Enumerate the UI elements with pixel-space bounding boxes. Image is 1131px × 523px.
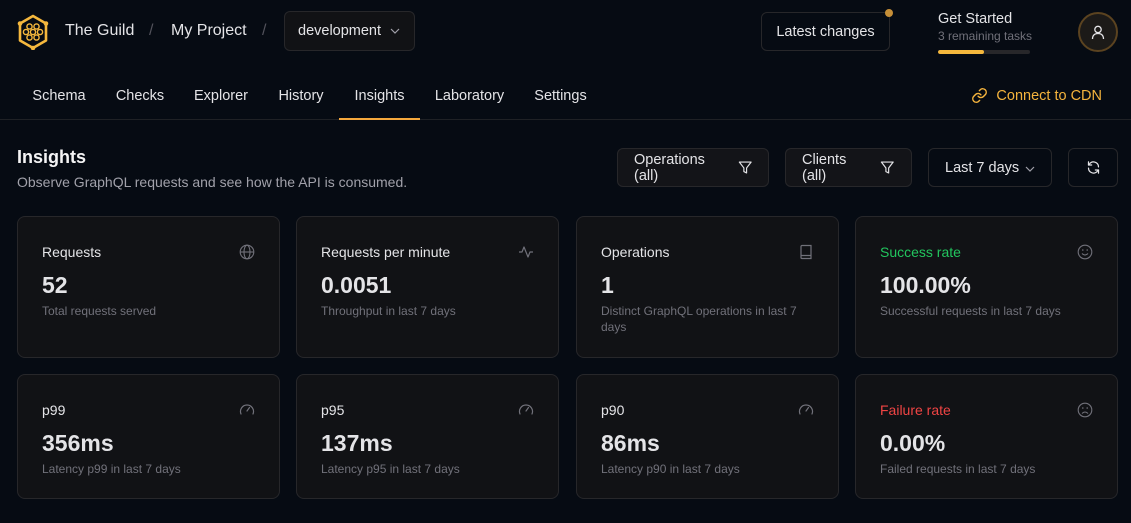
card-title: Requests per minute <box>321 244 451 260</box>
tab-label: Settings <box>534 87 587 104</box>
clients-filter-button[interactable]: Clients (all) <box>785 148 912 187</box>
card-value: 100.00% <box>880 272 971 298</box>
card-subtitle: Distinct GraphQL operations in last 7 da… <box>601 304 797 334</box>
period-select[interactable]: Last 7 days <box>928 148 1052 187</box>
connect-to-cdn-button[interactable]: Connect to CDN <box>971 87 1102 104</box>
globe-icon <box>239 244 255 260</box>
card-value: 0.00% <box>880 430 946 456</box>
breadcrumb-org[interactable]: The Guild <box>65 21 134 41</box>
card-title: p90 <box>601 402 625 418</box>
user-icon <box>1091 25 1105 39</box>
tab-explorer[interactable]: Explorer <box>179 72 263 119</box>
requests-card: Requests 52 Total requests served <box>17 216 280 358</box>
latest-changes-button[interactable]: Latest changes <box>761 9 893 51</box>
card-value: 86ms <box>601 430 660 456</box>
project-tabs: Schema Checks Explorer History Insights … <box>0 72 1131 120</box>
link-icon <box>972 88 988 103</box>
tab-settings[interactable]: Settings <box>519 72 602 119</box>
period-select-value: Last 7 days <box>945 159 1020 176</box>
card-value: 356ms <box>42 430 114 456</box>
notification-dot <box>885 9 893 17</box>
p90-card: p90 86ms Latency p90 in last 7 days <box>576 374 839 499</box>
card-title: p95 <box>321 402 345 418</box>
page-description: Observe GraphQL requests and see how the… <box>17 174 408 190</box>
operations-filter-label: Operations (all) <box>634 151 705 184</box>
latest-changes-label: Latest changes <box>776 23 875 40</box>
target-select[interactable]: development <box>284 11 415 51</box>
tab-label: Insights <box>354 87 405 104</box>
get-started-title: Get Started <box>938 11 1013 27</box>
p99-card: p99 356ms Latency p99 in last 7 days <box>17 374 280 499</box>
card-subtitle: Successful requests in last 7 days <box>880 304 1061 318</box>
requests-per-minute-card: Requests per minute 0.0051 Throughput in… <box>296 216 559 358</box>
breadcrumb-separator: / <box>262 22 267 39</box>
card-title: Operations <box>601 244 670 260</box>
card-value: 1 <box>601 272 614 298</box>
operations-card: Operations 1 Distinct GraphQL operations… <box>576 216 839 358</box>
card-value: 137ms <box>321 430 393 456</box>
tab-laboratory[interactable]: Laboratory <box>420 72 519 119</box>
tab-insights[interactable]: Insights <box>339 72 420 120</box>
card-subtitle: Total requests served <box>42 304 157 318</box>
breadcrumb-project[interactable]: My Project <box>171 21 247 41</box>
success-rate-card: Success rate 100.00% Successful requests… <box>855 216 1118 358</box>
tab-label: Checks <box>115 87 165 104</box>
card-title: Requests <box>42 244 102 260</box>
connect-to-cdn-label: Connect to CDN <box>996 87 1102 104</box>
card-subtitle: Latency p99 in last 7 days <box>42 462 181 476</box>
card-value: 0.0051 <box>321 272 392 298</box>
page-title: Insights <box>17 147 87 167</box>
tab-label: Laboratory <box>434 87 505 104</box>
card-subtitle: Throughput in last 7 days <box>321 304 456 318</box>
get-started-widget[interactable]: Get Started 3 remaining tasks <box>938 11 1033 54</box>
refresh-button[interactable] <box>1068 148 1118 187</box>
tab-label: History <box>278 87 324 104</box>
card-title: Failure rate <box>880 402 951 418</box>
failure-rate-card: Failure rate 0.00% Failed requests in la… <box>855 374 1118 499</box>
tab-label: Explorer <box>194 87 248 104</box>
filter-icon <box>738 161 752 174</box>
chevron-down-icon <box>390 28 400 34</box>
the-guild-logo-icon[interactable] <box>16 14 50 50</box>
get-started-progress-fill <box>938 50 984 54</box>
gauge-icon <box>239 404 255 415</box>
top-bar: The Guild / My Project / development Lat… <box>0 0 1131 64</box>
book-icon <box>800 244 812 260</box>
p95-card: p95 137ms Latency p95 in last 7 days <box>296 374 559 499</box>
smile-icon <box>1077 244 1093 260</box>
chevron-down-icon <box>1025 166 1035 172</box>
card-title: Success rate <box>880 244 961 260</box>
card-subtitle: Latency p95 in last 7 days <box>321 462 460 476</box>
refresh-icon <box>1087 161 1099 174</box>
user-menu-button[interactable] <box>1078 12 1118 52</box>
tab-label: Schema <box>32 87 86 104</box>
breadcrumb-separator: / <box>149 22 154 39</box>
card-subtitle: Latency p90 in last 7 days <box>601 462 740 476</box>
card-title: p99 <box>42 402 66 418</box>
gauge-icon <box>798 404 814 415</box>
frown-icon <box>1077 402 1093 418</box>
get-started-subtitle: 3 remaining tasks <box>938 29 1033 43</box>
tab-schema[interactable]: Schema <box>17 72 101 119</box>
operations-filter-button[interactable]: Operations (all) <box>617 148 769 187</box>
activity-icon <box>519 246 533 258</box>
target-select-value: development <box>298 23 382 39</box>
card-value: 52 <box>42 272 68 298</box>
get-started-progress <box>938 50 1030 54</box>
filter-icon <box>881 161 895 174</box>
clients-filter-label: Clients (all) <box>802 151 847 184</box>
tab-history[interactable]: History <box>263 72 339 119</box>
gauge-icon <box>518 404 534 415</box>
card-subtitle: Failed requests in last 7 days <box>880 462 1036 476</box>
tab-checks[interactable]: Checks <box>101 72 179 119</box>
